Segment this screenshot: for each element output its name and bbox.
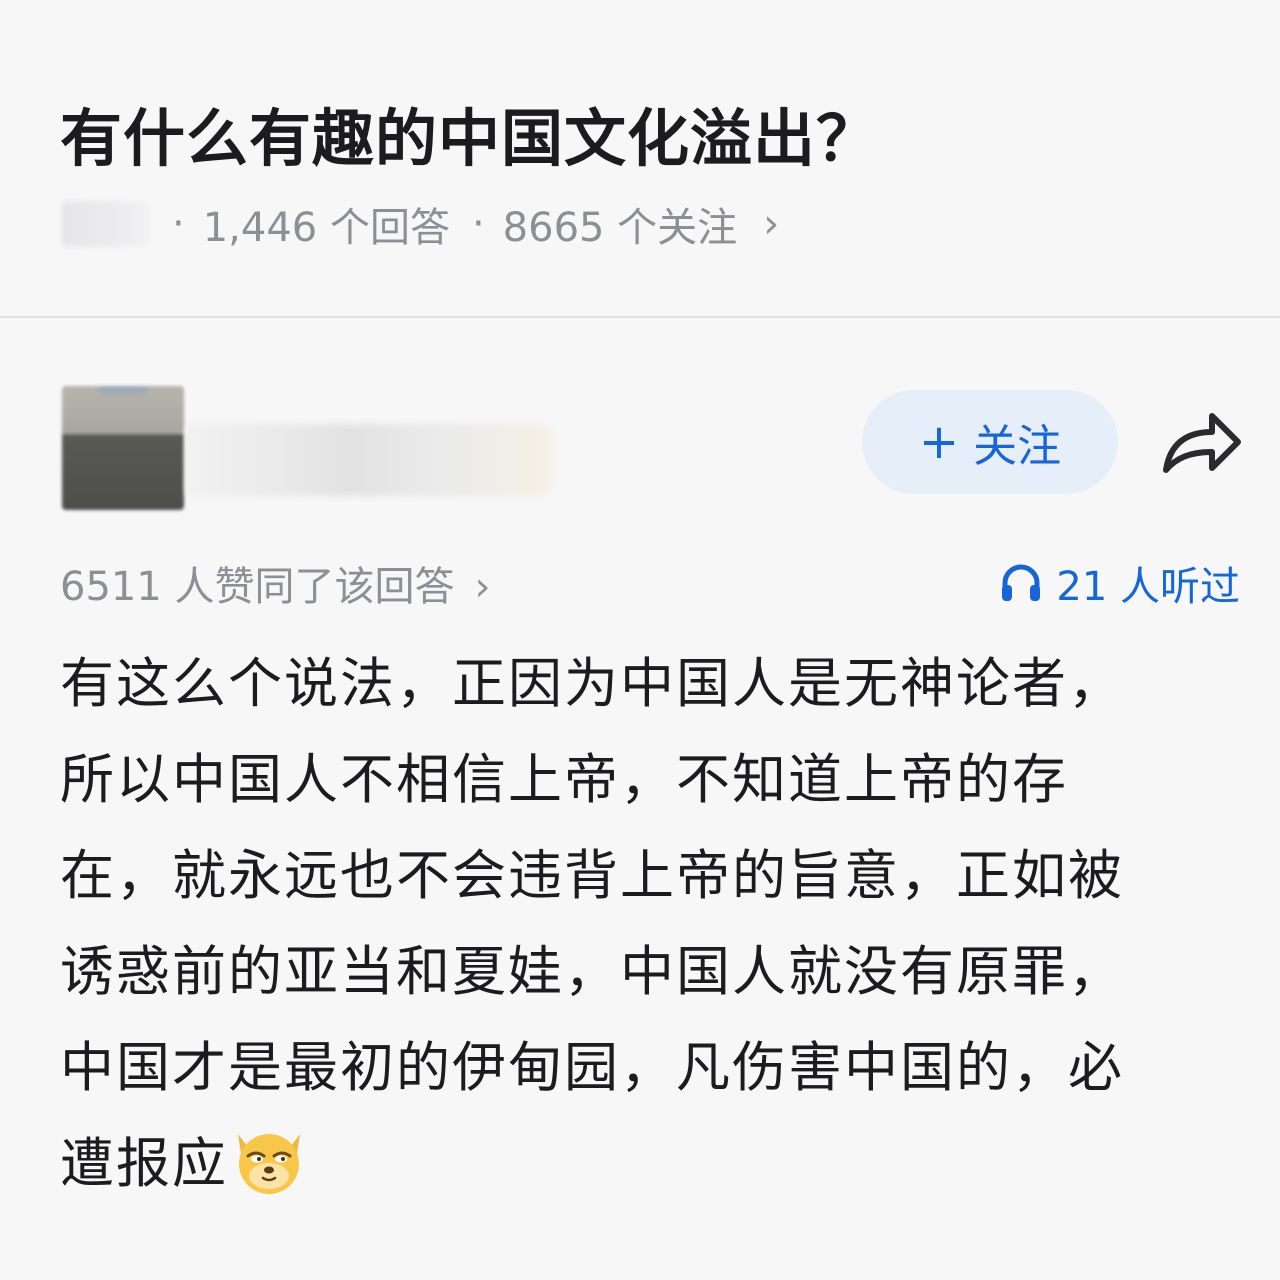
meta-separator: · xyxy=(471,201,485,247)
avatar-detail xyxy=(98,386,148,394)
answers-count: 1,446 个回答 xyxy=(202,205,450,251)
followers-count: 8665 个关注 xyxy=(502,205,738,251)
answer-line: 中国才是最初的伊甸园，凡伤害中国的，必 xyxy=(60,1036,1124,1099)
headphones-icon xyxy=(1002,564,1041,601)
vote-count-text: 6511 人赞同了该回答 xyxy=(60,564,455,610)
answer-stats: 6511 人赞同了该回答 › 21 人听过 xyxy=(0,548,1280,612)
blurred-author-name[interactable] xyxy=(186,424,552,496)
question-title[interactable]: 有什么有趣的中国文化溢出？ xyxy=(60,88,879,178)
avatar[interactable] xyxy=(62,386,184,510)
plus-icon: + xyxy=(918,414,960,470)
answer-line: 有这么个说法，正因为中国人是无神论者， xyxy=(60,652,1124,715)
section-divider xyxy=(0,316,1280,318)
follow-label: 关注 xyxy=(973,421,1062,472)
answer-body: 有这么个说法，正因为中国人是无神论者， 所以中国人不相信上帝，不知道上帝的存 在… xyxy=(60,636,1240,1212)
listen-count-text: 21 人听过 xyxy=(1056,564,1240,610)
meta-separator: · xyxy=(172,201,185,247)
chevron-right-icon[interactable]: › xyxy=(763,201,779,247)
author-row: + 关注 xyxy=(0,330,1280,530)
blurred-topic xyxy=(62,201,150,247)
answer-line: 诱惑前的亚当和夏娃，中国人就没有原罪， xyxy=(60,940,1124,1003)
share-icon[interactable] xyxy=(1160,408,1242,478)
question-meta[interactable]: · 1,446 个回答 · 8665 个关注 › xyxy=(62,196,779,252)
follow-button[interactable]: + 关注 xyxy=(862,390,1118,494)
vote-summary[interactable]: 6511 人赞同了该回答 › xyxy=(60,554,491,612)
answer-last-line: 遭报应 xyxy=(60,1116,1240,1212)
chevron-right-icon: › xyxy=(474,564,491,610)
doge-emoji-icon xyxy=(238,1134,300,1194)
answer-line: 遭报应 xyxy=(60,1132,228,1195)
answer-line: 所以中国人不相信上帝，不知道上帝的存 xyxy=(60,748,1068,811)
question-header: 有什么有趣的中国文化溢出？ · 1,446 个回答 · 8665 个关注 › xyxy=(0,0,1280,316)
listen-summary[interactable]: 21 人听过 xyxy=(1000,554,1240,612)
answer-line: 在，就永远也不会违背上帝的旨意，正如被 xyxy=(60,844,1124,907)
